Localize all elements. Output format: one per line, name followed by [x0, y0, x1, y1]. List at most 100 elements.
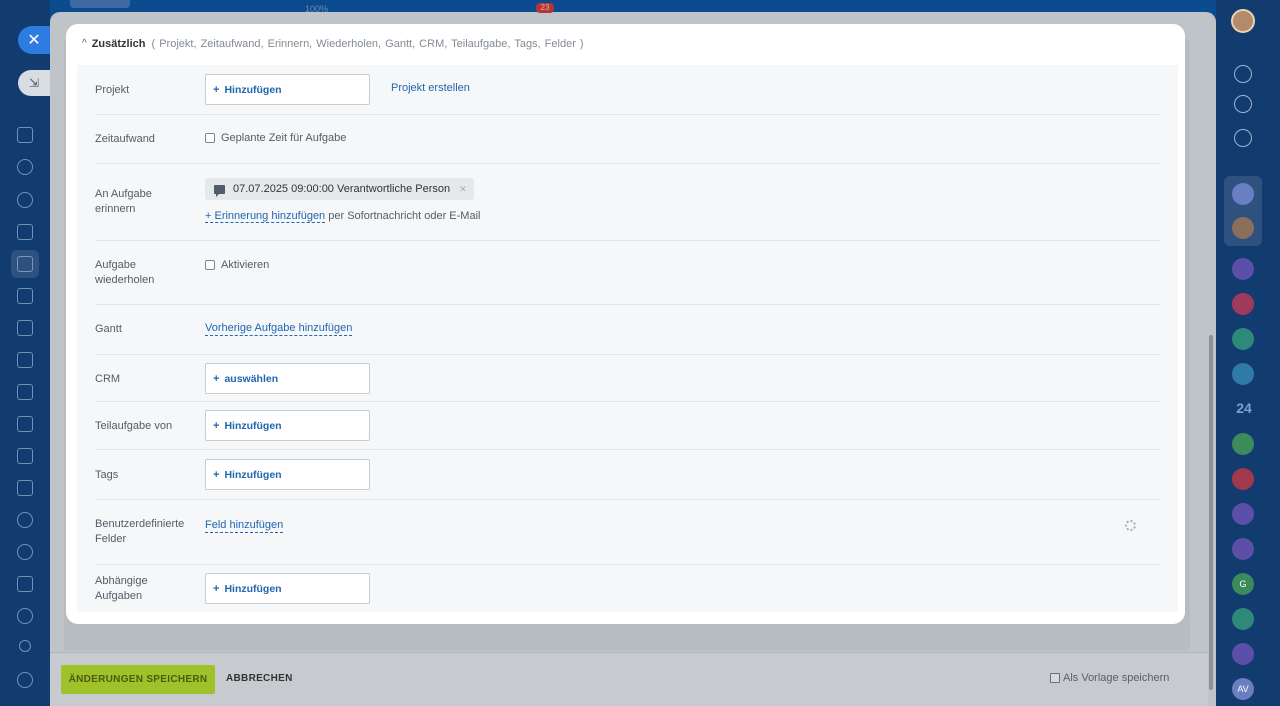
reminder-chip-text: 07.07.2025 09:00:00 Verantwortliche Pers… — [233, 183, 451, 195]
robot-icon[interactable] — [17, 512, 33, 528]
chat-avatar[interactable] — [1232, 258, 1254, 280]
crm-select-label: auswählen — [224, 372, 279, 385]
close-icon: ✕ — [27, 32, 41, 49]
store-icon[interactable] — [17, 608, 33, 624]
minimize-slider-button[interactable]: ⇲ — [18, 70, 50, 96]
cancel-button[interactable]: ABBRECHEN — [226, 673, 293, 684]
lock-chat-icon[interactable] — [1232, 328, 1254, 350]
users-icon[interactable] — [17, 192, 33, 208]
cart-icon[interactable] — [17, 384, 33, 400]
activity-icon[interactable] — [1234, 95, 1252, 113]
repeat-label: Aufgabe wiederholen — [95, 259, 155, 286]
subtask-label: Teilaufgabe von — [95, 420, 173, 432]
footer-bar — [50, 652, 1208, 706]
chat-avatar[interactable] — [1232, 643, 1254, 665]
close-slider-button[interactable]: ✕ — [18, 26, 50, 54]
chat-icon[interactable] — [17, 159, 33, 175]
lock-chat-icon[interactable] — [1232, 293, 1254, 315]
row-dependent: Abhängige Aufgaben + Hinzufügen — [95, 565, 1160, 612]
create-project-link[interactable]: Projekt erstellen — [391, 82, 470, 94]
subtask-add-label: Hinzufügen — [224, 419, 282, 432]
user-avatar[interactable] — [1231, 9, 1255, 33]
save-as-template-label: Als Vorlage speichern — [1063, 672, 1170, 684]
custom-fields-label: Benutzerdefinierte Felder — [95, 518, 185, 545]
minimize-icon: ⇲ — [28, 76, 40, 90]
planned-time-label: Geplante Zeit für Aufgabe — [221, 132, 347, 144]
gear-icon[interactable] — [1125, 520, 1136, 531]
section-header[interactable]: ^ Zusätzlich ( Projekt, Zeitaufwand, Eri… — [82, 38, 584, 51]
plus-icon: + — [213, 83, 220, 96]
subtask-add-button[interactable]: + Hinzufügen — [205, 410, 370, 441]
analytics-icon[interactable] — [17, 352, 33, 368]
status-icon — [19, 640, 31, 652]
section-title: Zusätzlich — [91, 38, 146, 50]
planned-time-checkbox[interactable]: Geplante Zeit für Aufgabe — [205, 132, 346, 144]
chat-avatar[interactable] — [1232, 183, 1254, 205]
bell-icon[interactable] — [1234, 65, 1252, 83]
filter-icon[interactable] — [17, 416, 33, 432]
checkbox-box[interactable] — [205, 133, 215, 143]
settings-icon[interactable] — [17, 672, 33, 688]
chat-avatar[interactable] — [1232, 503, 1254, 525]
add-reminder-line: + Erinnerung hinzufügen per Sofortnachri… — [205, 210, 481, 223]
chat-avatar-initial: AV — [1237, 684, 1249, 694]
slider-scrollbar[interactable] — [1209, 335, 1213, 690]
search-chat-icon[interactable] — [1234, 129, 1252, 147]
row-time: Zeitaufwand Geplante Zeit für Aufgabe — [95, 115, 1160, 164]
chat-avatar-initial: G — [1239, 579, 1247, 589]
add-field-link[interactable]: Feld hinzufügen — [205, 519, 284, 533]
save-as-template-checkbox[interactable]: Als Vorlage speichern — [1050, 672, 1169, 684]
checkbox-box[interactable] — [1050, 673, 1060, 683]
time-label: Zeitaufwand — [95, 133, 155, 145]
feed-icon[interactable] — [17, 127, 33, 143]
crm-label: CRM — [95, 373, 121, 385]
section-items-list: ( Projekt, Zeitaufwand, Erinnern, Wieder… — [151, 38, 584, 50]
target-icon[interactable] — [17, 544, 33, 560]
add-previous-task-link[interactable]: Vorherige Aufgabe hinzufügen — [205, 322, 353, 336]
chat-avatar[interactable] — [1232, 217, 1254, 239]
tags-label: Tags — [95, 469, 119, 481]
save-changes-button[interactable]: ÄNDERUNGEN SPEICHERN — [61, 665, 215, 694]
chevron-up-icon[interactable]: ^ — [82, 38, 87, 49]
top-tab-indicator — [70, 0, 130, 8]
chat-avatar[interactable] — [1232, 538, 1254, 560]
add-reminder-suffix: per Sofortnachricht oder E-Mail — [325, 210, 481, 222]
task-chat-icon[interactable] — [1232, 363, 1254, 385]
plus-icon: + — [213, 468, 220, 481]
chat-avatar[interactable]: AV — [1232, 678, 1254, 700]
plus-icon: + — [213, 582, 220, 595]
project-label: Projekt — [95, 84, 130, 96]
lock-chat-icon[interactable] — [1232, 433, 1254, 455]
gantt-label: Gantt — [95, 323, 122, 335]
add-reminder-link[interactable]: + Erinnerung hinzufügen — [205, 210, 326, 223]
remove-reminder-icon[interactable]: ✕ — [459, 184, 467, 195]
card-icon[interactable] — [17, 288, 33, 304]
reminder-chip[interactable]: 07.07.2025 09:00:00 Verantwortliche Pers… — [205, 178, 474, 200]
crm-select-button[interactable]: + auswählen — [205, 363, 370, 394]
document-icon[interactable] — [17, 224, 33, 240]
chat-avatar[interactable]: G — [1232, 573, 1254, 595]
reminder-label: An Aufgabe erinnern — [95, 188, 152, 215]
dependent-add-button[interactable]: + Hinzufügen — [205, 573, 370, 604]
repeat-checkbox[interactable]: Aktivieren — [205, 259, 269, 271]
edit-icon[interactable] — [17, 576, 33, 592]
row-gantt: Gantt Vorherige Aufgabe hinzufügen — [95, 305, 1160, 355]
checkbox-box[interactable] — [205, 260, 215, 270]
plus-icon: + — [213, 372, 220, 385]
row-custom-fields: Benutzerdefinierte Felder Feld hinzufüge… — [95, 500, 1160, 565]
presentation-icon[interactable] — [17, 320, 33, 336]
project-add-label: Hinzufügen — [224, 83, 282, 96]
bitrix24-logo[interactable]: 24 — [1232, 400, 1256, 416]
tasks-icon[interactable] — [17, 256, 33, 272]
tags-add-label: Hinzufügen — [224, 468, 282, 481]
project-add-button[interactable]: + Hinzufügen — [205, 74, 370, 105]
top-counter-badge: 23 — [536, 3, 554, 13]
lock-chat-icon[interactable] — [1232, 608, 1254, 630]
row-project: Projekt + Hinzufügen Projekt erstellen — [95, 65, 1160, 115]
newspaper-icon[interactable] — [17, 448, 33, 464]
calendar-icon[interactable] — [17, 480, 33, 496]
lock-chat-icon[interactable] — [1232, 468, 1254, 490]
tags-add-button[interactable]: + Hinzufügen — [205, 459, 370, 490]
message-icon — [214, 184, 225, 197]
row-repeat: Aufgabe wiederholen Aktivieren — [95, 241, 1160, 305]
